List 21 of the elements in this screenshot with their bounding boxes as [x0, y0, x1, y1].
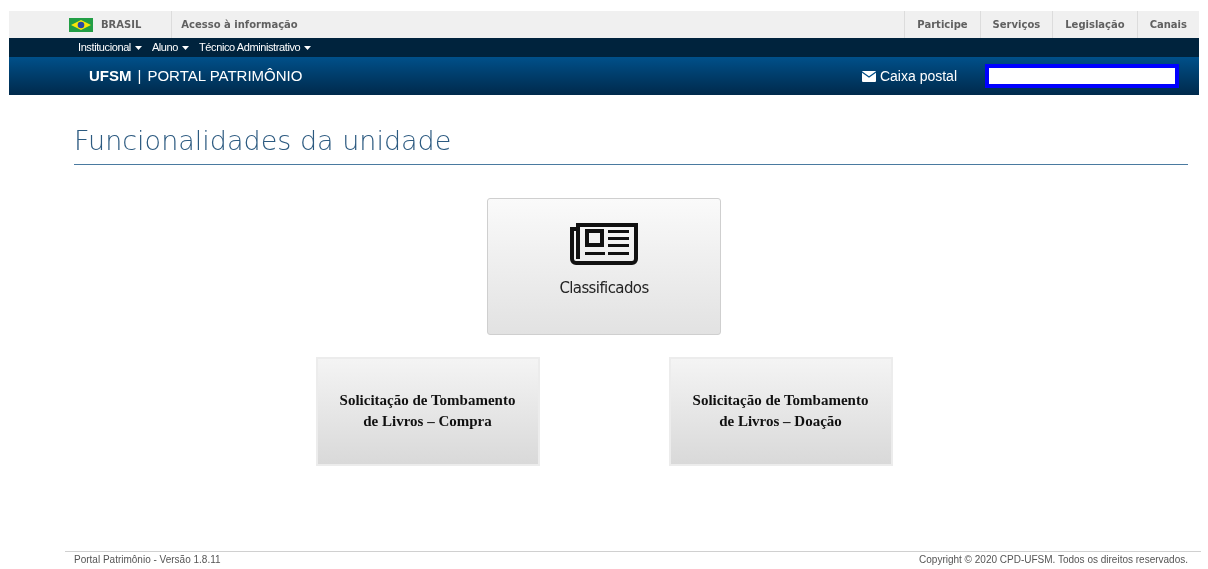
menu-item[interactable]: Aluno: [151, 39, 190, 56]
copyright-text: Copyright © 2020 CPD-UFSM. Todos os direitos reservados.: [919, 554, 1189, 566]
version-text: Portal Patrimônio - Versão 1.8.11: [74, 554, 221, 566]
access-link[interactable]: Acesso à informação: [172, 11, 298, 38]
caret-icon: [134, 45, 142, 50]
feature-tile[interactable]: Solicitação de Tombamento de Livros – Doação: [668, 356, 893, 466]
menu-item[interactable]: Institucional: [78, 39, 142, 56]
caret-icon: [182, 45, 190, 50]
country-label[interactable]: BRASIL: [101, 17, 142, 32]
menu-item[interactable]: Técnico Administrativo: [199, 39, 312, 56]
search-field[interactable]: [985, 64, 1179, 88]
envelope-icon: [861, 70, 876, 82]
mail-link[interactable]: Caixa postal: [861, 65, 957, 87]
caret-icon: [304, 45, 312, 50]
separator: |: [137, 65, 142, 86]
page-title: Funcionalidades da unidade: [74, 121, 1188, 165]
portal-title: PORTAL PATRIMÔNIO: [147, 65, 303, 86]
feature-tile[interactable]: Classificados: [487, 197, 721, 335]
brand-label: UFSM: [89, 65, 132, 86]
feature-tile[interactable]: Solicitação de Tombamento de Livros – Compra: [315, 356, 540, 466]
flag-icon: [69, 17, 93, 32]
